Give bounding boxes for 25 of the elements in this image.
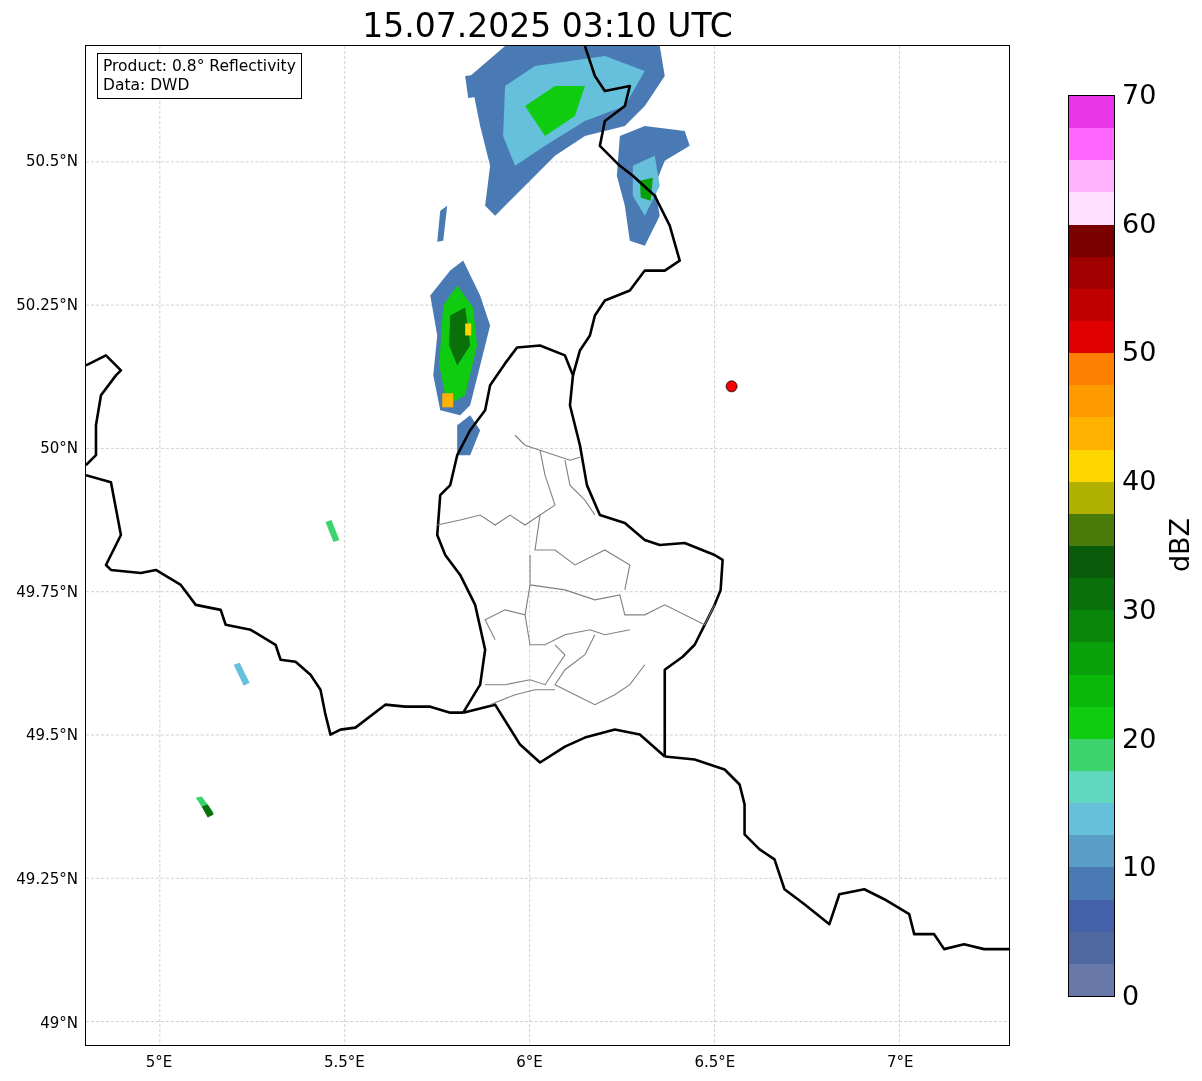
latitude-label: 49.25°N [16, 869, 78, 889]
colorbar-tick-label: 70 [1122, 78, 1157, 112]
latitude-label: 49°N [40, 1012, 78, 1033]
colorbar-tick-label: 60 [1122, 206, 1157, 241]
colorbar-tick-label: 0 [1122, 979, 1140, 1013]
latitude-label: 49.75°N [16, 581, 78, 602]
colorbar-tick-label: 40 [1122, 464, 1157, 499]
colorbar-label: dBZ [1163, 516, 1196, 575]
latitude-label: 50°N [40, 438, 78, 459]
figure-title: 15.07.2025 03:10 UTC [361, 6, 734, 46]
colorbar-tick-label: 20 [1122, 721, 1157, 756]
colorbar-tick-label: 10 [1122, 850, 1157, 885]
info-text: Product: 0.8° Reflectivity [103, 57, 296, 76]
colorbar-tick-label: 50 [1122, 335, 1157, 370]
latitude-label: 49.5°N [25, 725, 78, 746]
longitude-label: 6.5°E [693, 1052, 737, 1072]
longitude-label: 7°E [885, 1052, 915, 1072]
colorbar-tick-label: 30 [1122, 592, 1157, 627]
longitude-label: 5.5°E [322, 1052, 366, 1072]
longitude-label: 6°E [515, 1052, 544, 1072]
latitude-label: 50.5°N [25, 151, 78, 171]
latitude-label: 50.25°N [16, 294, 78, 315]
location-marker-icon [725, 380, 738, 393]
info-text: Data: DWD [103, 76, 191, 95]
longitude-label: 5°E [144, 1052, 174, 1072]
